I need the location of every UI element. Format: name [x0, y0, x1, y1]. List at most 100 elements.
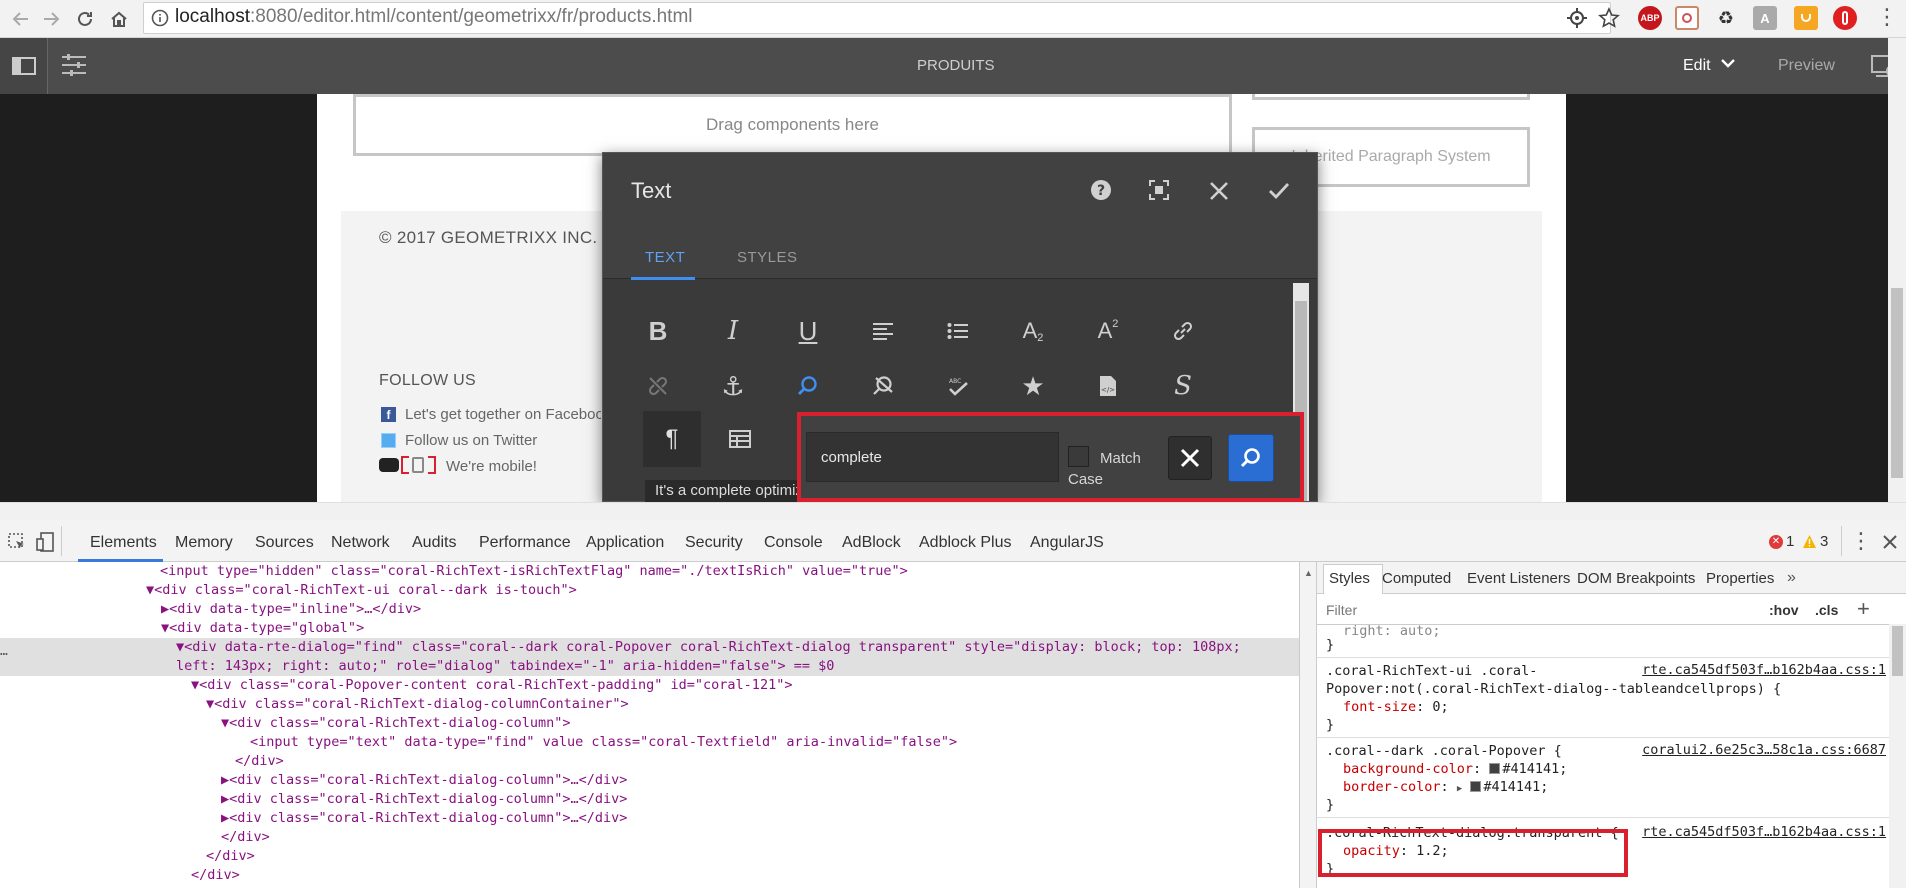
- replace-icon[interactable]: [863, 366, 903, 406]
- dom-line[interactable]: ▼<div data-type="global">: [0, 619, 1299, 638]
- pane-splitter[interactable]: ▲: [1299, 562, 1317, 888]
- style-declaration[interactable]: border-color: ▶ #414141;: [1343, 778, 1548, 798]
- recycle-icon[interactable]: ♻: [1714, 6, 1738, 30]
- tab-styles-pane[interactable]: Styles: [1329, 570, 1370, 587]
- dom-line[interactable]: </div>: [0, 752, 1299, 771]
- color-swatch[interactable]: [1489, 763, 1501, 774]
- cancel-find-button[interactable]: [1168, 436, 1212, 480]
- text-extension-icon[interactable]: A: [1753, 6, 1777, 30]
- new-style-rule-icon[interactable]: +: [1857, 596, 1870, 622]
- preview-button[interactable]: Preview: [1778, 57, 1835, 75]
- tab-angularjs[interactable]: AngularJS: [1030, 534, 1104, 552]
- tab-adblock[interactable]: AdBlock: [842, 534, 901, 552]
- close-icon[interactable]: [1209, 181, 1229, 201]
- dom-line[interactable]: </div>: [0, 847, 1299, 866]
- scroll-up-arrow[interactable]: ▲: [1304, 568, 1313, 578]
- location-icon[interactable]: [1566, 7, 1588, 29]
- spellcheck-icon[interactable]: ABC: [938, 366, 978, 406]
- style-declaration[interactable]: background-color: #414141;: [1343, 760, 1567, 778]
- dom-line-selected[interactable]: ▼<div data-rte-dialog="find" class="cora…: [0, 638, 1299, 657]
- confirm-check-icon[interactable]: [1268, 181, 1290, 201]
- more-tabs-icon[interactable]: »: [1787, 569, 1796, 587]
- dom-line[interactable]: ▼<div class="coral-RichText-ui coral--da…: [0, 581, 1299, 600]
- tab-computed[interactable]: Computed: [1382, 570, 1451, 587]
- style-declaration[interactable]: font-size: 0;: [1343, 698, 1449, 716]
- red-extension-icon[interactable]: [1833, 6, 1857, 30]
- dom-line[interactable]: ▶<div class="coral-RichText-dialog-colum…: [0, 771, 1299, 790]
- anchor-icon[interactable]: ⚓: [713, 366, 753, 406]
- devtools-close-icon[interactable]: [1882, 534, 1898, 550]
- tab-memory[interactable]: Memory: [175, 534, 233, 552]
- forward-icon[interactable]: [36, 4, 66, 34]
- warning-icon[interactable]: [1802, 534, 1817, 549]
- tab-properties[interactable]: Properties: [1706, 570, 1774, 587]
- chevron-down-icon[interactable]: [1719, 56, 1737, 70]
- rule-source-link[interactable]: rte.ca545df503f…b162b4aa.css:1: [1642, 662, 1886, 678]
- error-count[interactable]: 1: [1786, 533, 1794, 550]
- edit-mode-button[interactable]: Edit: [1683, 57, 1711, 75]
- tab-event-listeners[interactable]: Event Listeners: [1467, 570, 1570, 587]
- side-panel-toggle-icon[interactable]: [0, 38, 48, 94]
- tab-adblock-plus[interactable]: Adblock Plus: [919, 534, 1012, 552]
- dom-line[interactable]: ▶<div class="coral-RichText-dialog-colum…: [0, 809, 1299, 828]
- bookmark-star-icon[interactable]: [1598, 7, 1620, 29]
- reload-icon[interactable]: [70, 4, 100, 34]
- dom-line[interactable]: <input type="hidden" class="coral-RichTe…: [0, 562, 1299, 581]
- align-icon[interactable]: [863, 311, 903, 351]
- underline-icon[interactable]: U: [788, 311, 828, 351]
- device-toolbar-icon[interactable]: [36, 532, 56, 552]
- extension-ring-icon[interactable]: [1675, 6, 1699, 30]
- properties-sliders-icon[interactable]: [60, 52, 88, 78]
- tab-console[interactable]: Console: [764, 534, 823, 552]
- tab-sources[interactable]: Sources: [255, 534, 314, 552]
- color-swatch[interactable]: [1470, 781, 1482, 792]
- dom-line[interactable]: ▼<div class="coral-RichText-dialog-colum…: [0, 695, 1299, 714]
- rule-source-link[interactable]: rte.ca545df503f…b162b4aa.css:1: [1642, 824, 1886, 840]
- styles-filter-input[interactable]: Filter: [1326, 602, 1357, 618]
- facebook-link[interactable]: Let's get together on Facebook: [405, 406, 601, 423]
- page-vertical-scrollbar[interactable]: [1888, 38, 1906, 502]
- table-icon[interactable]: [711, 411, 769, 467]
- special-chars-star-icon[interactable]: ★: [1013, 366, 1053, 406]
- orange-extension-icon[interactable]: [1794, 6, 1818, 30]
- unlink-icon[interactable]: [638, 366, 678, 406]
- rule-selector[interactable]: .coral--dark .coral-Popover {: [1326, 742, 1562, 760]
- devtools-menu-icon[interactable]: ⋮: [1850, 530, 1872, 552]
- dom-line[interactable]: ▶<div data-type="inline">…</div>: [0, 600, 1299, 619]
- style-s-icon[interactable]: S: [1163, 366, 1203, 406]
- page-scrollbar-thumb[interactable]: [1891, 288, 1903, 478]
- browser-menu-icon[interactable]: ⋮: [1876, 6, 1898, 30]
- tab-application[interactable]: Application: [586, 534, 664, 552]
- rule-source-link[interactable]: coralui2.6e25c3…58c1a.css:6687: [1642, 742, 1886, 758]
- superscript-icon[interactable]: A2: [1088, 311, 1128, 351]
- paragraph-format-icon[interactable]: ¶: [643, 411, 701, 467]
- styles-scrollbar[interactable]: [1889, 624, 1906, 888]
- back-icon[interactable]: [6, 4, 36, 34]
- tab-audits[interactable]: Audits: [412, 534, 456, 552]
- tab-styles[interactable]: STYLES: [737, 249, 798, 266]
- adblock-plus-icon[interactable]: ABP: [1638, 6, 1662, 30]
- search-button[interactable]: [1228, 434, 1274, 482]
- link-icon[interactable]: [1163, 311, 1203, 351]
- bold-icon[interactable]: B: [638, 311, 678, 351]
- twitter-link[interactable]: Follow us on Twitter: [405, 432, 537, 449]
- subscript-icon[interactable]: A2: [1013, 311, 1053, 351]
- drop-zone[interactable]: Drag components here: [353, 94, 1232, 156]
- dom-line[interactable]: </div>: [0, 828, 1299, 847]
- source-edit-icon[interactable]: </>: [1088, 366, 1128, 406]
- dom-line[interactable]: ▼<div class="coral-Popover-content coral…: [0, 676, 1299, 695]
- dom-line-selected-cont[interactable]: left: 143px; right: auto;" role="dialog"…: [0, 657, 1299, 676]
- list-icon[interactable]: [938, 311, 978, 351]
- fullscreen-icon[interactable]: [1149, 180, 1169, 200]
- tab-performance[interactable]: Performance: [479, 534, 571, 552]
- styles-scrollbar-thumb[interactable]: [1892, 626, 1903, 676]
- hov-toggle[interactable]: :hov: [1769, 602, 1799, 618]
- find-icon[interactable]: [788, 366, 828, 406]
- dom-line[interactable]: </div>: [0, 866, 1299, 885]
- component-placeholder[interactable]: [1252, 94, 1530, 100]
- tab-elements[interactable]: Elements: [90, 534, 157, 552]
- match-case-checkbox[interactable]: [1068, 446, 1089, 467]
- warning-count[interactable]: 3: [1820, 533, 1828, 550]
- tab-security[interactable]: Security: [685, 534, 743, 552]
- rule-selector[interactable]: .coral-RichText-ui .coral-: [1326, 662, 1537, 680]
